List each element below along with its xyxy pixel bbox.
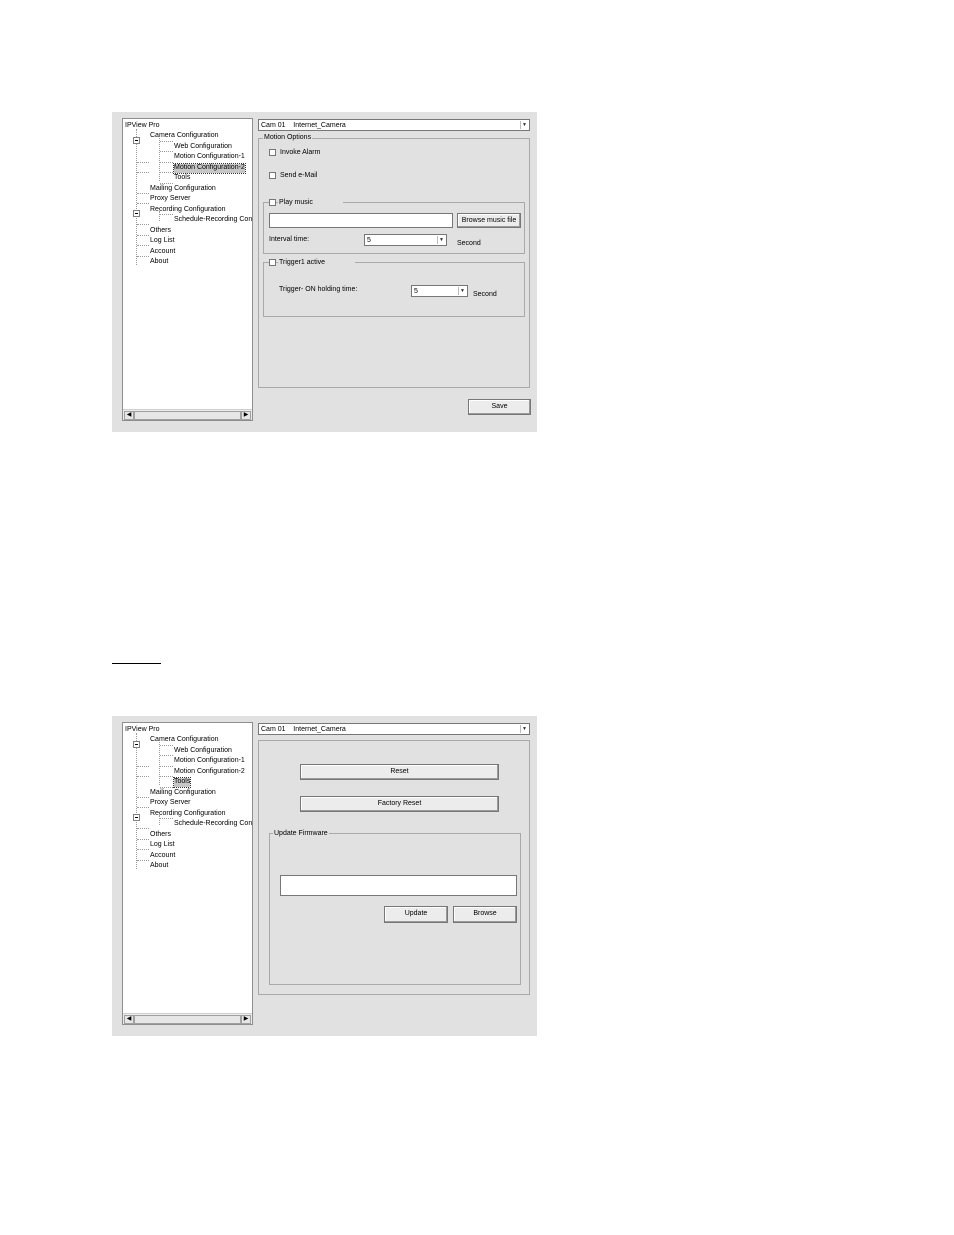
tree-item-motion-configuration-1[interactable]: Motion Configuration-1 <box>174 153 245 162</box>
scroll-right-icon[interactable]: ▶ <box>241 411 251 420</box>
update-button[interactable]: Update <box>384 906 448 923</box>
play-music-group: Play music Browse music file Interval ti… <box>263 199 525 254</box>
section-underline <box>112 663 161 664</box>
tree-item-camera-configuration[interactable]: Camera Configuration <box>150 132 218 141</box>
trigger-group: Trigger1 active Trigger- ON holding time… <box>263 259 525 317</box>
scroll-thumb[interactable] <box>134 411 241 420</box>
tree-item-web-configuration[interactable]: Web Configuration <box>174 143 232 152</box>
collapse-icon[interactable] <box>133 210 140 217</box>
trigger-unit-label: Second <box>473 291 497 298</box>
tree-item-web-configuration[interactable]: Web Configuration <box>174 747 232 756</box>
trigger-holding-time-label: Trigger- ON holding time: <box>279 286 358 293</box>
music-file-path-input[interactable] <box>269 213 453 228</box>
tree-item-recording-configuration[interactable]: Recording Configuration <box>150 810 226 819</box>
tree-item-tools[interactable]: Tools <box>172 777 192 788</box>
dropdown-arrow-icon[interactable]: ▼ <box>520 725 528 733</box>
trigger1-active-label: Trigger1 active <box>278 259 356 267</box>
motion-config-screenshot: IPView Pro Camera Configuration Web Conf… <box>112 112 537 432</box>
tree-item-about[interactable]: About <box>150 862 168 871</box>
trigger-holding-time-select[interactable]: 5 ▼ <box>411 285 468 297</box>
tree-item-account[interactable]: Account <box>150 248 175 257</box>
dropdown-arrow-icon[interactable]: ▼ <box>437 236 445 244</box>
camera-select[interactable]: Cam 01 Internet_Camera ▼ <box>258 119 530 131</box>
camera-id: Cam 01 <box>261 122 286 129</box>
tree-item-log-list[interactable]: Log List <box>150 237 175 246</box>
browse-button[interactable]: Browse <box>453 906 517 923</box>
interval-unit-label: Second <box>457 240 481 247</box>
scroll-right-icon[interactable]: ▶ <box>241 1015 251 1024</box>
tree-item-proxy-server[interactable]: Proxy Server <box>150 799 190 808</box>
collapse-icon[interactable] <box>133 741 140 748</box>
send-email-checkbox[interactable] <box>269 172 276 179</box>
tree-item-proxy-server[interactable]: Proxy Server <box>150 195 190 204</box>
play-music-label: Play music <box>278 199 343 207</box>
tree-item-account[interactable]: Account <box>150 852 175 861</box>
tree-item-recording-configuration[interactable]: Recording Configuration <box>150 206 226 215</box>
interval-time-label: Interval time: <box>269 236 310 243</box>
horizontal-scrollbar[interactable]: ◀ ▶ <box>123 409 252 420</box>
tree-item-schedule-recording[interactable]: Schedule-Recording Con <box>174 820 252 829</box>
tree-item-mailing-configuration[interactable]: Mailing Configuration <box>150 185 216 194</box>
tree-item-motion-configuration-1[interactable]: Motion Configuration-1 <box>174 757 245 766</box>
update-firmware-group: Update Firmware Update Browse <box>269 830 521 985</box>
play-music-checkbox[interactable] <box>269 199 276 206</box>
tree-item-camera-configuration[interactable]: Camera Configuration <box>150 736 218 745</box>
tree-item-tools[interactable]: Tools <box>174 174 190 183</box>
motion-options-group: Motion Options Invoke Alarm Send e-Mail … <box>258 134 530 388</box>
camera-name: Internet_Camera <box>293 122 346 129</box>
tree-item-motion-configuration-2[interactable]: Motion Configuration-2 <box>173 163 246 174</box>
interval-time-select[interactable]: 5 ▼ <box>364 234 447 246</box>
tree-item-mailing-configuration[interactable]: Mailing Configuration <box>150 789 216 798</box>
horizontal-scrollbar[interactable]: ◀ ▶ <box>123 1013 252 1024</box>
scroll-left-icon[interactable]: ◀ <box>124 411 134 420</box>
camera-name: Internet_Camera <box>293 726 346 733</box>
collapse-icon[interactable] <box>133 137 140 144</box>
tree-root[interactable]: IPView Pro <box>125 122 160 131</box>
trigger1-active-checkbox[interactable] <box>269 259 276 266</box>
tree-item-others[interactable]: Others <box>150 227 171 236</box>
camera-select[interactable]: Cam 01 Internet_Camera ▼ <box>258 723 530 735</box>
tree-item-others[interactable]: Others <box>150 831 171 840</box>
update-firmware-title: Update Firmware <box>273 830 329 838</box>
scroll-thumb[interactable] <box>134 1015 241 1024</box>
motion-options-title: Motion Options <box>263 134 313 142</box>
factory-reset-button[interactable]: Factory Reset <box>300 796 499 812</box>
save-button[interactable]: Save <box>468 399 531 415</box>
tree-item-log-list[interactable]: Log List <box>150 841 175 850</box>
tree-item-about[interactable]: About <box>150 258 168 267</box>
browse-music-file-button[interactable]: Browse music file <box>457 213 521 228</box>
invoke-alarm-checkbox[interactable] <box>269 149 276 156</box>
dropdown-arrow-icon[interactable]: ▼ <box>520 121 528 129</box>
tools-panel: Reset Factory Reset Update Firmware Upda… <box>258 740 530 995</box>
collapse-icon[interactable] <box>133 814 140 821</box>
reset-button[interactable]: Reset <box>300 764 499 780</box>
tree-root[interactable]: IPView Pro <box>125 726 160 735</box>
tree-item-schedule-recording[interactable]: Schedule-Recording Con <box>174 216 252 225</box>
camera-id: Cam 01 <box>261 726 286 733</box>
dropdown-arrow-icon[interactable]: ▼ <box>458 287 466 295</box>
invoke-alarm-label: Invoke Alarm <box>280 149 321 156</box>
tree-item-motion-configuration-2[interactable]: Motion Configuration-2 <box>174 768 245 777</box>
scroll-left-icon[interactable]: ◀ <box>124 1015 134 1024</box>
send-email-label: Send e-Mail <box>280 172 318 179</box>
tools-screenshot: IPView Pro Camera Configuration Web Conf… <box>112 716 537 1036</box>
navigation-tree: IPView Pro Camera Configuration Web Conf… <box>122 722 253 1025</box>
navigation-tree: IPView Pro Camera Configuration Web Conf… <box>122 118 253 421</box>
firmware-file-path-input[interactable] <box>280 875 517 896</box>
